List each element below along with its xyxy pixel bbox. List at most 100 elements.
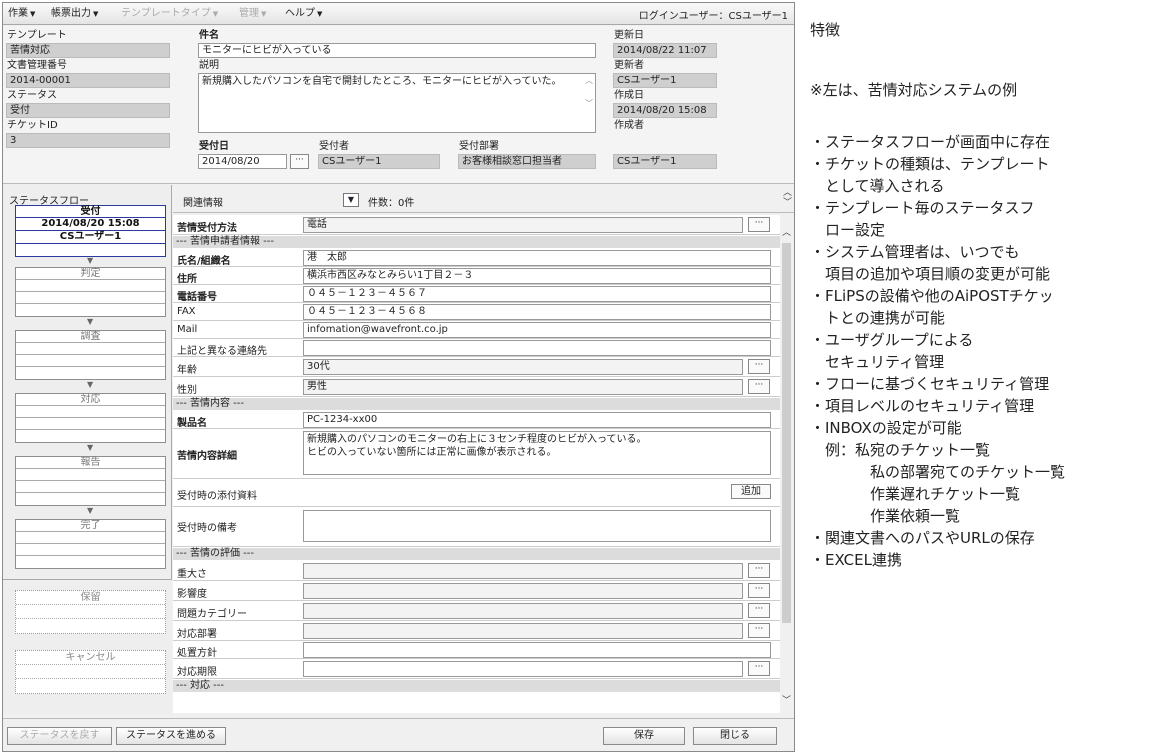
- note-line: ・EXCEL連携: [810, 551, 902, 569]
- note-line: として導入される: [810, 177, 945, 195]
- notes-title: 特徴: [810, 21, 841, 39]
- form-row-age: 年齢 30代 ···: [173, 357, 780, 377]
- special-status-area: 保留 キャンセル: [3, 579, 172, 714]
- method-select-button[interactable]: ···: [748, 217, 770, 232]
- close-button[interactable]: 閉じる: [693, 727, 777, 745]
- flow-arrow-down-icon: ▼: [87, 380, 94, 389]
- menu-help[interactable]: ヘルプ ▼: [283, 7, 324, 21]
- receive-date-picker-button[interactable]: ···: [290, 154, 309, 169]
- related-info-bar: 関連情報 ▼ 件数：0件 ︿ ﹀: [173, 185, 794, 213]
- add-attachment-button[interactable]: 追加: [731, 484, 771, 499]
- detail-textarea[interactable]: 新規購入のパソコンのモニターの右上に３センチ程度のヒビが入っている。 ヒビの入っ…: [303, 431, 771, 475]
- address-input[interactable]: 横浜市西区みなとみらい1丁目２－３: [303, 268, 771, 284]
- receive-date-input[interactable]: 2014/08/20: [198, 154, 287, 169]
- caret-down-icon: ▼: [317, 10, 323, 18]
- flow-step-current: 受付 2014/08/20 15:08 CSユーザー1: [15, 205, 166, 257]
- status-label: ステータス: [7, 90, 57, 101]
- flow-step-investigate[interactable]: 調査: [15, 330, 166, 380]
- handle-dept-select-button[interactable]: ···: [748, 623, 770, 638]
- tel-input[interactable]: ０４５－１２３－４５６７: [303, 286, 771, 302]
- name-label: 氏名/組織名: [177, 256, 231, 267]
- ticket-id-label: チケットID: [7, 120, 58, 131]
- scroll-down-icon[interactable]: ﹀: [585, 100, 593, 108]
- method-input[interactable]: 電話: [303, 217, 743, 233]
- flow-step-hold[interactable]: 保留: [15, 590, 166, 634]
- chevron-down-icon[interactable]: ﹀: [783, 198, 792, 208]
- form-row-method: 苦情受付方法 電話 ···: [173, 215, 780, 235]
- form-scrollbar[interactable]: ︿ ﹀: [780, 215, 794, 713]
- flow-step-judge[interactable]: 判定: [15, 267, 166, 317]
- status-advance-button[interactable]: ステータスを進める: [116, 727, 226, 745]
- scrollbar-thumb[interactable]: [782, 243, 791, 623]
- method-label: 苦情受付方法: [177, 223, 237, 234]
- deadline-input[interactable]: [303, 661, 743, 677]
- docno-field: 2014-00001: [6, 73, 170, 88]
- flow-step-complete[interactable]: 完了: [15, 519, 166, 569]
- menu-admin[interactable]: 管理 ▼: [237, 7, 268, 21]
- scroll-up-icon[interactable]: ︿: [585, 77, 593, 85]
- flow-step-respond[interactable]: 対応: [15, 393, 166, 443]
- description-textarea[interactable]: 新規購入したパソコンを自宅で開封したところ、モニターにヒビが入っていた。 ︿ ﹀: [198, 73, 596, 133]
- flow-step-empty: [16, 244, 165, 255]
- category-input[interactable]: [303, 603, 743, 619]
- severity-input[interactable]: [303, 563, 743, 579]
- severity-select-button[interactable]: ···: [748, 563, 770, 578]
- note-line: 例：私宛のチケット一覧: [810, 441, 991, 459]
- form-row-tel: 電話番号 ０４５－１２３－４５６７: [173, 285, 780, 303]
- deadline-picker-button[interactable]: ···: [748, 661, 770, 676]
- product-input[interactable]: PC-1234-xx00: [303, 412, 771, 428]
- subject-input[interactable]: モニターにヒビが入っている: [198, 43, 596, 58]
- section-applicant: --- 苦情申請者情報 ---: [173, 236, 780, 248]
- mail-input[interactable]: infomation@wavefront.co.jp: [303, 322, 771, 338]
- memo-label: 受付時の備考: [177, 523, 237, 534]
- handle-dept-input[interactable]: [303, 623, 743, 639]
- flow-step-empty: [16, 304, 165, 315]
- menu-work[interactable]: 作業 ▼: [6, 7, 37, 21]
- chevron-up-icon[interactable]: ︿: [783, 188, 792, 198]
- related-scroll-arrows[interactable]: ︿ ﹀: [783, 188, 792, 208]
- form-row-address: 住所 横浜市西区みなとみらい1丁目２－３: [173, 267, 780, 285]
- flow-step-report[interactable]: 報告: [15, 456, 166, 506]
- fax-label: FAX: [177, 306, 196, 317]
- flow-step-datetime: 2014/08/20 15:08: [16, 218, 165, 231]
- creator-field: CSユーザー1: [613, 154, 717, 169]
- form-row-mail: Mail infomation@wavefront.co.jp: [173, 321, 780, 339]
- flow-step-cancel[interactable]: キャンセル: [15, 650, 166, 694]
- sex-select-button[interactable]: ···: [748, 379, 770, 394]
- receiver-label: 受付者: [319, 141, 349, 152]
- form-row-product: 製品名 PC-1234-xx00: [173, 411, 780, 429]
- updater-field: CSユーザー1: [613, 73, 717, 88]
- form-row-fax: FAX ０４５－１２３－４５６８: [173, 303, 780, 321]
- age-select-button[interactable]: ···: [748, 359, 770, 374]
- note-line: トとの連携が可能: [810, 309, 945, 327]
- menu-report-output[interactable]: 帳票出力 ▼: [49, 7, 100, 21]
- menu-label: 管理: [239, 8, 259, 19]
- product-label: 製品名: [177, 418, 207, 429]
- policy-input[interactable]: [303, 642, 771, 658]
- age-input[interactable]: 30代: [303, 359, 743, 375]
- chevron-down-icon[interactable]: ﹀: [782, 693, 791, 706]
- flow-step-name: キャンセル: [16, 651, 165, 665]
- fax-input[interactable]: ０４５－１２３－４５６８: [303, 304, 771, 320]
- flow-step-empty: [16, 343, 165, 355]
- related-toggle-button[interactable]: ▼: [343, 193, 359, 207]
- alt-contact-input[interactable]: [303, 340, 771, 356]
- flow-step-empty: [16, 679, 165, 693]
- receive-date-label: 受付日: [199, 141, 229, 152]
- form-row-memo: 受付時の備考: [173, 507, 780, 547]
- save-button[interactable]: 保存: [603, 727, 685, 745]
- category-select-button[interactable]: ···: [748, 603, 770, 618]
- sex-input[interactable]: 男性: [303, 379, 743, 395]
- impact-input[interactable]: [303, 583, 743, 599]
- note-line: ・項目レベルのセキュリティ管理: [810, 397, 1035, 415]
- chevron-up-icon[interactable]: ︿: [782, 225, 791, 238]
- name-input[interactable]: 港 太郎: [303, 250, 771, 266]
- menu-template-type[interactable]: テンプレートタイプ ▼: [119, 7, 220, 21]
- flow-step-name: 調査: [16, 331, 165, 343]
- login-user: ログインユーザー：CSユーザー1: [638, 11, 788, 22]
- detail-form: 苦情受付方法 電話 ··· --- 苦情申請者情報 --- 氏名/組織名 港 太…: [173, 215, 780, 713]
- status-back-button[interactable]: ステータスを戻す: [7, 727, 112, 745]
- memo-textarea[interactable]: [303, 510, 771, 542]
- flow-step-name: 保留: [16, 591, 165, 605]
- impact-select-button[interactable]: ···: [748, 583, 770, 598]
